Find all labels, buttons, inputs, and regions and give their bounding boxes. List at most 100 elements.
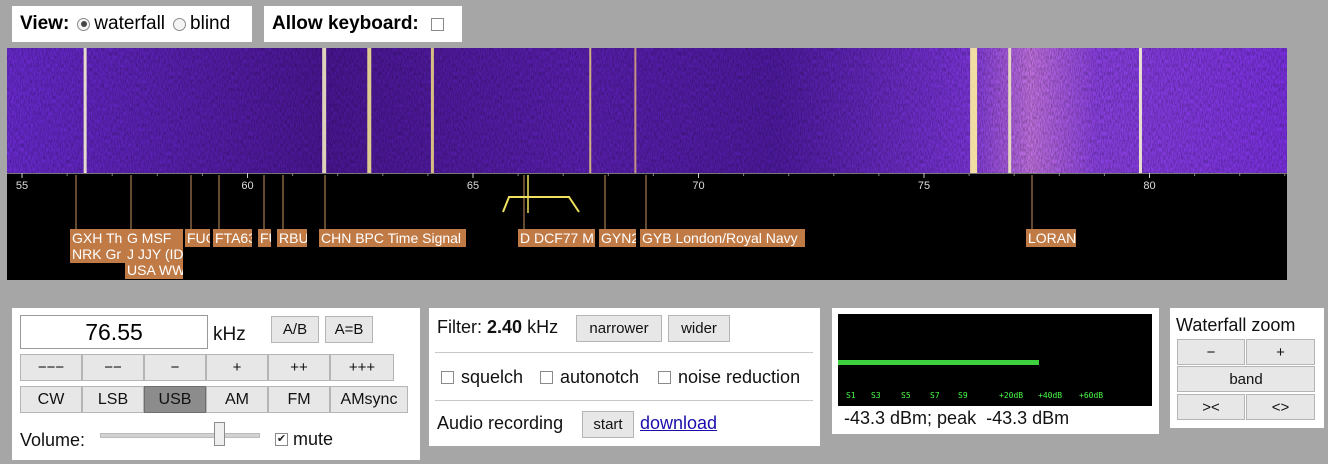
station-label[interactable]: FU <box>258 229 271 247</box>
zoom-band-button[interactable]: band <box>1177 366 1315 392</box>
station-label[interactable]: D DCF77 M <box>518 229 595 247</box>
smeter-tick-label: S3 <box>871 391 881 400</box>
filter-row: Filter: 2.40 kHz <box>437 317 558 338</box>
smeter-level-bar <box>838 360 1039 365</box>
mode-am-button[interactable]: AM <box>206 386 268 413</box>
narrower-button[interactable]: narrower <box>576 315 662 342</box>
waterfall-radio[interactable] <box>77 17 91 31</box>
station-label[interactable]: LORAN <box>1026 229 1076 247</box>
autonotch-label[interactable]: autonotch <box>560 367 639 388</box>
volume-slider-track[interactable] <box>100 433 260 438</box>
station-label[interactable]: CHN BPC Time Signal <box>319 229 466 247</box>
filter-unit: kHz <box>527 317 559 337</box>
blind-radio-label[interactable]: blind <box>190 13 230 35</box>
squelch-label[interactable]: squelch <box>461 367 523 388</box>
ab-button[interactable]: A/B <box>271 316 319 343</box>
filter-panel: Filter: 2.40 kHz narrower wider squelch … <box>429 308 820 446</box>
station-label-line: FU <box>260 230 271 246</box>
zoom-panel: Waterfall zoom − + band >< <> <box>1170 308 1324 428</box>
mode-cw-button[interactable]: CW <box>20 386 82 413</box>
waterfall-signal-trace <box>634 48 637 173</box>
mute-label[interactable]: mute <box>293 429 333 450</box>
smeter-tick-label: S1 <box>846 391 856 400</box>
waterfall-signal-trace <box>589 48 592 173</box>
station-label[interactable]: FUG <box>185 229 210 247</box>
station-label-line: GXH Th <box>72 230 123 246</box>
waterfall-signal-trace <box>1008 48 1012 173</box>
view-panel: View: waterfall blind <box>12 6 252 42</box>
step-down-1-button[interactable]: − <box>144 354 206 381</box>
smeter-tick-label: +40dB <box>1038 391 1063 400</box>
volume-slider-thumb[interactable] <box>213 422 225 446</box>
station-label-line: D DCF77 M <box>520 230 594 246</box>
waterfall-display[interactable] <box>7 48 1287 173</box>
mode-lsb-button[interactable]: LSB <box>82 386 144 413</box>
station-label[interactable]: GXH Th NRK Gr <box>70 229 128 263</box>
autonotch-checkbox[interactable] <box>540 371 553 384</box>
station-label-line: FUG <box>187 230 210 246</box>
smeter-panel: S1 S3 S5 S7 S9 +20dB +40dB +60dB -43.3 dBm; pea… <box>832 308 1159 434</box>
smeter-display: S1 S3 S5 S7 S9 +20dB +40dB +60dB <box>838 314 1152 406</box>
waterfall-radio-label[interactable]: waterfall <box>94 13 165 35</box>
zoom-out-button[interactable]: − <box>1177 339 1245 365</box>
noise-reduction-checkbox[interactable] <box>658 371 671 384</box>
scale-svg: 556065707580859095100105110 <box>7 173 1287 229</box>
waterfall-signal-trace <box>970 48 978 173</box>
a-equals-b-button[interactable]: A=B <box>325 316 373 343</box>
record-start-button[interactable]: start <box>582 411 634 438</box>
station-label[interactable]: FTA63 <box>213 229 252 247</box>
station-label-line: J JJY (ID <box>127 246 183 262</box>
smeter-tick-label: +20dB <box>999 391 1024 400</box>
station-label[interactable]: RBU <box>277 229 307 247</box>
step-down-2-button[interactable]: −− <box>82 354 144 381</box>
allow-keyboard-label: Allow keyboard: <box>272 13 419 34</box>
scale-tick-label-60: 60 <box>241 180 253 192</box>
wider-button[interactable]: wider <box>668 315 730 342</box>
scale-tick-label-65: 65 <box>467 180 479 192</box>
blind-radio[interactable] <box>173 17 187 31</box>
smeter-tick-label: S9 <box>958 391 968 400</box>
passband-marker <box>502 196 580 213</box>
mode-usb-button[interactable]: USB <box>144 386 206 413</box>
filter-label: Filter: <box>437 317 482 337</box>
station-label-line: USA WW <box>127 262 183 278</box>
station-label-line: G MSF <box>127 230 172 246</box>
squelch-checkbox[interactable] <box>441 371 454 384</box>
step-up-3-button[interactable]: +++ <box>330 354 394 381</box>
frequency-input[interactable] <box>20 315 208 349</box>
waterfall-zoom-title: Waterfall zoom <box>1176 315 1296 335</box>
mode-amsync-button[interactable]: AMsync <box>330 386 408 413</box>
station-label[interactable]: GYB London/Royal Navy <box>640 229 805 247</box>
mute-checkbox[interactable]: ✔ <box>275 433 288 446</box>
mode-fm-button[interactable]: FM <box>268 386 330 413</box>
station-label-line: LORAN <box>1028 230 1076 246</box>
step-down-3-button[interactable]: −−− <box>20 354 82 381</box>
station-label-line: GYB London/Royal Navy <box>642 230 798 246</box>
station-label-line: RBU <box>279 230 307 246</box>
waterfall-signal-trace <box>322 48 327 173</box>
view-label: View: <box>20 13 70 34</box>
station-label-line: CHN BPC Time Signal <box>321 230 462 246</box>
waterfall-signal-trace <box>83 48 87 173</box>
waterfall-signal-trace <box>367 48 372 173</box>
step-up-1-button[interactable]: + <box>206 354 268 381</box>
noise-reduction-label[interactable]: noise reduction <box>678 367 800 388</box>
allow-keyboard-checkbox[interactable] <box>430 17 444 31</box>
scale-tick-label-70: 70 <box>692 180 704 192</box>
station-label[interactable]: G MSF J JJY (ID USA WW <box>125 229 183 279</box>
smeter-tick-label: S7 <box>930 391 940 400</box>
audio-recording-label: Audio recording <box>437 413 564 433</box>
frequency-scale[interactable]: 556065707580859095100105110 GXH ThNRK Gr… <box>7 173 1287 280</box>
zoom-pan-right-button[interactable]: <> <box>1246 394 1315 420</box>
zoom-in-button[interactable]: + <box>1246 339 1315 365</box>
filter-value: 2.40 <box>487 317 523 337</box>
tuning-panel: kHz A/B A=B −−− −− − + ++ +++ CW LSB USB… <box>12 308 420 460</box>
waterfall-signal-trace <box>430 48 434 173</box>
station-label-line: FTA63 <box>215 230 252 246</box>
download-link[interactable]: download <box>640 413 717 434</box>
scale-tick-label-55: 55 <box>16 180 28 192</box>
station-label[interactable]: GYN2 <box>599 229 636 247</box>
smeter-tick-label: +60dB <box>1079 391 1104 400</box>
zoom-pan-left-button[interactable]: >< <box>1177 394 1245 420</box>
step-up-2-button[interactable]: ++ <box>268 354 330 381</box>
